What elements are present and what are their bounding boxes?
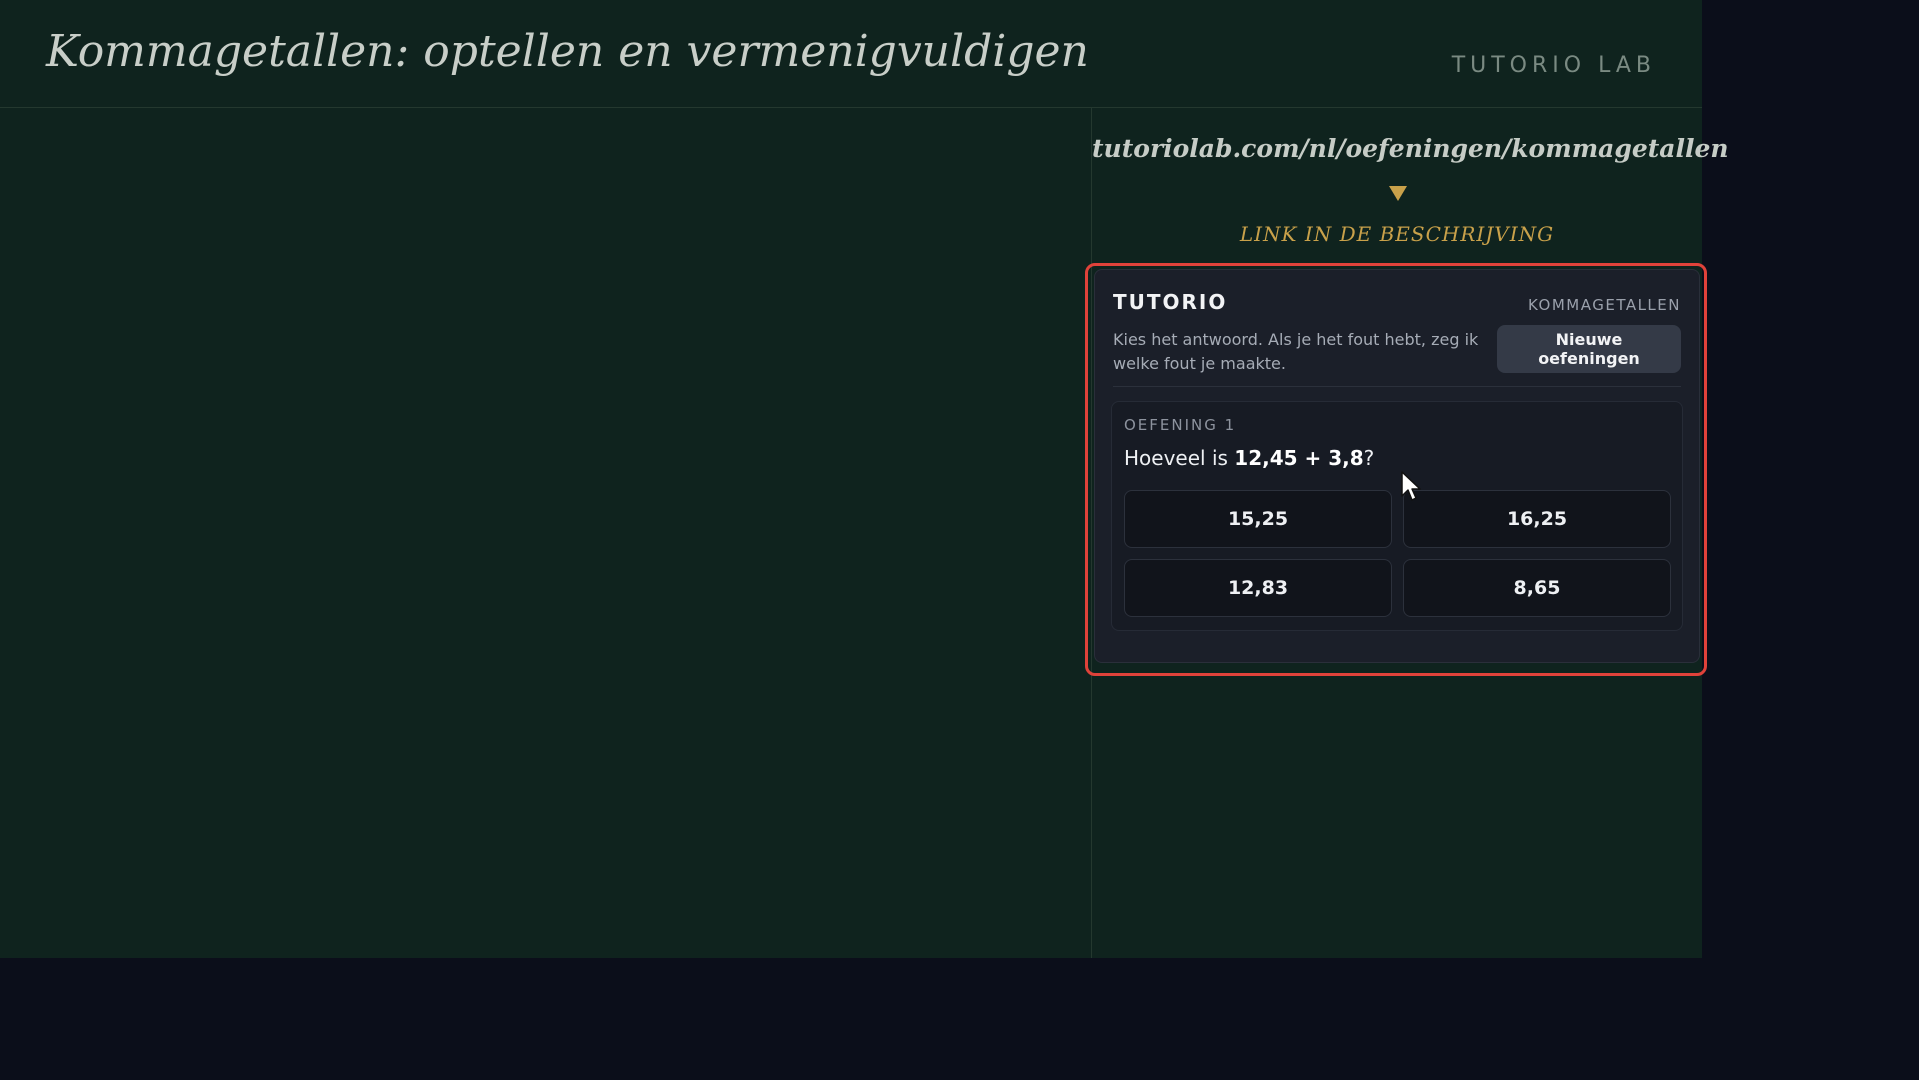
answer-option-2[interactable]: 16,25 (1403, 490, 1671, 548)
question-expression: 12,45 + 3,8 (1234, 446, 1364, 470)
new-exercises-button[interactable]: Nieuwe oefeningen (1497, 325, 1681, 373)
mouse-pointer-icon (1401, 471, 1421, 501)
answer-option-3[interactable]: 12,83 (1124, 559, 1392, 617)
arrow-down-icon (1389, 186, 1407, 201)
exercise-question: Hoeveel is 12,45 + 3,8? (1124, 446, 1374, 470)
exercise-card: OEFENING 1 Hoeveel is 12,45 + 3,8? 15,25… (1111, 401, 1683, 631)
answer-option-1[interactable]: 15,25 (1124, 490, 1392, 548)
widget-brand: TUTORIO (1113, 290, 1228, 314)
widget-separator (1113, 386, 1681, 387)
widget-instructions: Kies het antwoord. Als je het fout hebt,… (1113, 330, 1479, 373)
board-header: Kommagetallen: optellen en vermenigvuldi… (0, 0, 1702, 108)
lesson-title: Kommagetallen: optellen en vermenigvuldi… (46, 26, 1089, 77)
question-suffix: ? (1363, 446, 1375, 470)
promo-caption: LINK IN DE BESCHRIJVING (1239, 222, 1555, 246)
exercise-label: OEFENING 1 (1124, 416, 1237, 434)
answer-option-4[interactable]: 8,65 (1403, 559, 1671, 617)
brand-logo-text: TUTORIO LAB (1451, 53, 1656, 78)
question-prefix: Hoeveel is (1124, 446, 1235, 470)
widget-topic: KOMMAGETALLEN (1528, 296, 1681, 314)
tutorio-widget: TUTORIO KOMMAGETALLEN Kies het antwoord.… (1094, 269, 1700, 663)
promo-url: tutoriolab.com/nl/oefeningen/kommagetall… (1092, 134, 1729, 163)
